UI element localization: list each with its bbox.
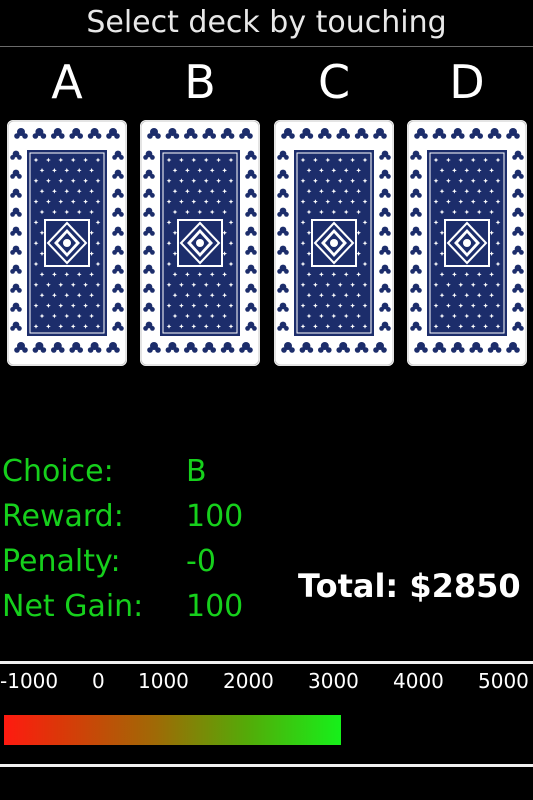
total-progress-bar bbox=[4, 715, 529, 745]
scale-bottom-rule bbox=[0, 764, 533, 767]
page-title: Select deck by touching bbox=[86, 5, 447, 40]
net-gain-label: Net Gain: bbox=[2, 589, 144, 624]
card-back-pattern-icon bbox=[140, 120, 260, 366]
card-back-pattern-icon bbox=[407, 120, 527, 366]
deck-d-label: D bbox=[449, 55, 485, 109]
deck-c-label: C bbox=[317, 55, 351, 109]
scale-tick-label: 0 bbox=[92, 669, 105, 693]
scale-tick-label: 5000 bbox=[478, 669, 529, 693]
deck-c-card[interactable] bbox=[274, 120, 394, 366]
reward-label: Reward: bbox=[2, 499, 124, 534]
scale-tick-label: -1000 bbox=[0, 669, 59, 693]
net-gain-value: 100 bbox=[186, 589, 244, 624]
choice-label: Choice: bbox=[2, 454, 114, 489]
total-amount: Total: $2850 bbox=[298, 567, 521, 605]
card-back-pattern-icon bbox=[274, 120, 394, 366]
penalty-label: Penalty: bbox=[2, 544, 121, 579]
scale-tick-label: 3000 bbox=[308, 669, 359, 693]
reward-value: 100 bbox=[186, 499, 244, 534]
card-back-pattern-icon bbox=[7, 120, 127, 366]
deck-b-card[interactable] bbox=[140, 120, 260, 366]
scale-tick-label: 4000 bbox=[393, 669, 444, 693]
game-screen: Select deck by touching A B C D Choice: … bbox=[0, 0, 533, 800]
title-divider bbox=[0, 46, 533, 47]
scale-tick-label: 1000 bbox=[138, 669, 189, 693]
scale-tick-label: 2000 bbox=[223, 669, 274, 693]
penalty-value: -0 bbox=[186, 544, 216, 579]
choice-value: B bbox=[186, 454, 207, 489]
deck-a-card[interactable] bbox=[7, 120, 127, 366]
deck-a-label: A bbox=[51, 55, 83, 109]
deck-b-label: B bbox=[184, 55, 216, 109]
scale-top-rule bbox=[0, 661, 533, 664]
total-progress-fill bbox=[4, 715, 341, 745]
deck-d-card[interactable] bbox=[407, 120, 527, 366]
